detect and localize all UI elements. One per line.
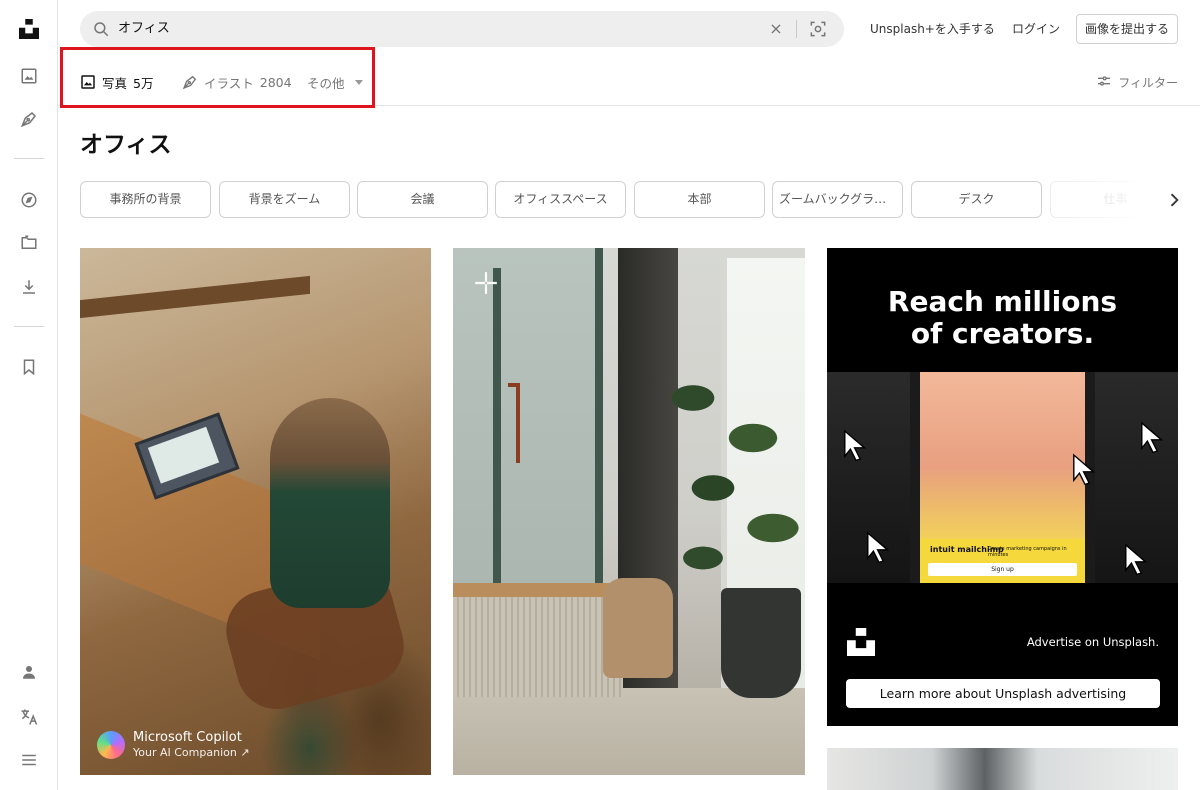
- tab-more[interactable]: その他: [307, 58, 363, 106]
- tab-illustrations[interactable]: イラスト 2804: [182, 58, 292, 106]
- unsplash-plus-icon: [473, 270, 499, 296]
- cursor-icon: [865, 530, 893, 564]
- related-chip[interactable]: 本部: [634, 181, 765, 218]
- unsplash-logo-icon: [847, 628, 875, 656]
- advertising-card[interactable]: Reach millions of creators. intuit mailc…: [827, 248, 1178, 726]
- ad-headline: Reach millions: [887, 285, 1118, 318]
- pen-nib-icon: [182, 74, 198, 90]
- photo-floor: [453, 688, 805, 775]
- media-tabs: 写真 5万 イラスト 2804 その他 フィルター: [58, 58, 1200, 107]
- cursor-icon: [1123, 542, 1151, 576]
- chevron-right-icon[interactable]: [1164, 190, 1184, 210]
- image-icon: [80, 74, 96, 90]
- related-chip[interactable]: 背景をズーム: [219, 181, 350, 218]
- photo-desk-front: [453, 597, 623, 697]
- cursor-icon: [1071, 452, 1099, 486]
- menu-icon[interactable]: [18, 749, 40, 771]
- left-rail: [0, 0, 58, 790]
- search-icon: [92, 20, 110, 38]
- learn-more-advertising-button[interactable]: Learn more about Unsplash advertising: [846, 679, 1160, 708]
- rail-divider: [14, 326, 44, 327]
- mailchimp-tagline: Create marketing campaigns in minutes: [988, 546, 1067, 558]
- related-chip[interactable]: デスク: [911, 181, 1042, 218]
- tab-label: 写真: [102, 75, 128, 91]
- related-chip[interactable]: 会議: [357, 181, 488, 218]
- ad-headline: of creators.: [910, 317, 1095, 350]
- photo-shelf: [80, 275, 310, 319]
- filter-button[interactable]: フィルター: [1096, 58, 1178, 106]
- tab-count: 5万: [133, 75, 154, 91]
- tab-label: イラスト: [204, 75, 254, 91]
- sponsor-attribution[interactable]: Microsoft Copilot Your AI Companion ↗: [97, 730, 250, 760]
- clear-search-button[interactable]: ×: [766, 18, 786, 40]
- related-searches: 事務所の背景 背景をズーム 会議 オフィススペース 本部 ズームバックグラウン……: [80, 181, 1162, 219]
- photo-person: [270, 398, 390, 608]
- search-input[interactable]: オフィス: [118, 20, 170, 38]
- tab-label: その他: [307, 75, 345, 91]
- chevron-down-icon: [354, 79, 363, 85]
- search-divider: [796, 20, 797, 38]
- rail-divider: [14, 158, 44, 159]
- copilot-logo-icon: [97, 731, 125, 759]
- collections-icon[interactable]: [18, 232, 40, 254]
- search-bar[interactable]: オフィス ×: [80, 11, 844, 47]
- photo-card-woman-desk[interactable]: Microsoft Copilot Your AI Companion ↗: [80, 248, 431, 775]
- mailchimp-signup-button: Sign up: [928, 563, 1077, 576]
- sliders-icon: [1096, 73, 1112, 92]
- visual-search-icon[interactable]: [808, 19, 828, 39]
- cursor-icon: [1139, 420, 1167, 454]
- related-chip[interactable]: ズームバックグラウン…: [772, 181, 903, 218]
- photo-lamp: [508, 383, 520, 463]
- related-chip[interactable]: 事務所の背景: [80, 181, 211, 218]
- filter-label: フィルター: [1118, 75, 1178, 90]
- login-link[interactable]: ログイン: [1012, 20, 1060, 38]
- advertise-text: Advertise on Unsplash.: [1026, 635, 1159, 649]
- tab-count: 2804: [259, 74, 292, 90]
- image-icon[interactable]: [18, 65, 40, 87]
- ad-image-strip: intuit mailchimp Create marketing campai…: [827, 372, 1178, 583]
- unsplash-logo-icon[interactable]: [18, 18, 40, 40]
- cursor-icon: [842, 428, 870, 462]
- pen-nib-icon[interactable]: [18, 108, 40, 130]
- tab-photos[interactable]: 写真 5万: [80, 58, 154, 107]
- photo-chair: [603, 578, 673, 678]
- compass-icon[interactable]: [18, 189, 40, 211]
- mailchimp-banner: intuit mailchimp Create marketing campai…: [920, 539, 1085, 583]
- bookmark-icon[interactable]: [18, 356, 40, 378]
- photo-plant-pot: [721, 588, 801, 698]
- page-title: オフィス: [80, 132, 172, 158]
- sponsor-name: Microsoft Copilot: [133, 730, 242, 745]
- ad-featured-photo: intuit mailchimp Create marketing campai…: [920, 372, 1085, 583]
- download-icon[interactable]: [18, 276, 40, 298]
- related-chip[interactable]: 仕事: [1050, 181, 1162, 218]
- photo-card-partial[interactable]: [827, 748, 1178, 790]
- user-icon[interactable]: [18, 661, 40, 683]
- photo-card-office-desk[interactable]: [453, 248, 805, 775]
- submit-image-button[interactable]: 画像を提出する: [1076, 14, 1178, 44]
- unsplash-plus-link[interactable]: Unsplash+を入手する: [870, 20, 995, 38]
- related-chip[interactable]: オフィススペース: [495, 181, 626, 218]
- translate-icon[interactable]: [18, 706, 40, 728]
- sponsor-tagline: Your AI Companion ↗: [133, 746, 250, 759]
- photo-plant: [653, 358, 803, 598]
